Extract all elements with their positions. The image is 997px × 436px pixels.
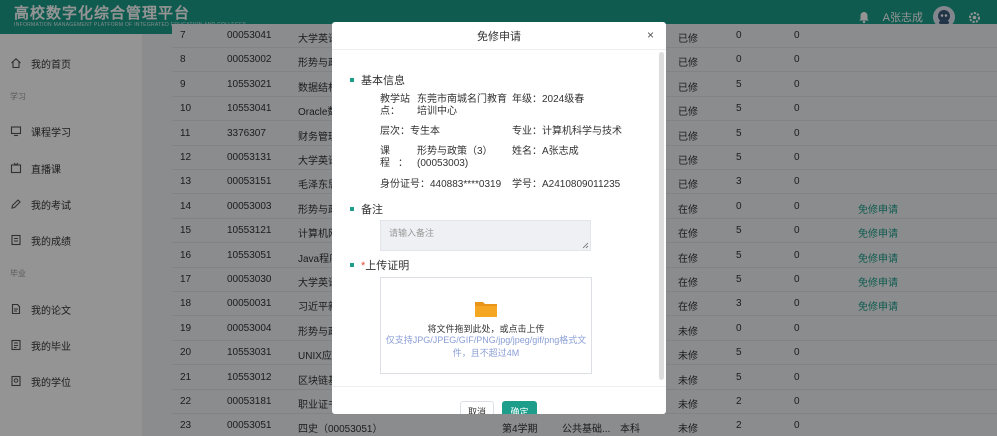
name-label: 姓名： [512,146,542,157]
major-field: 专业：计算机科学与技术 [512,126,622,138]
major-value: 计算机科学与技术 [542,126,622,137]
section-title: 备注 [361,204,383,216]
id-value: 440883****0319 [430,179,502,190]
stuno-field: 学号：A2410809011235 [512,179,620,191]
close-icon[interactable]: × [647,29,654,41]
section-bullet [350,78,354,82]
id-field: 身份证号：440883****0319 [380,179,501,191]
name-field: 姓名：A张志成 [512,146,579,158]
dialog-scrollbar[interactable] [659,52,664,380]
section-upload: *上传证明 [350,257,409,273]
name-value: A张志成 [542,146,579,157]
section-title: 基本信息 [361,75,405,87]
stuno-label: 学号： [512,179,542,190]
exemption-dialog: 免修申请 × 基本信息 教学站点： 东莞市南城名门教育培训中心 年级：2024级… [332,22,666,414]
course-label: 课程： [380,146,416,169]
grade-field: 年级：2024级春 [512,94,584,106]
section-title: 上传证明 [365,260,410,272]
id-label: 身份证号： [380,179,430,190]
center-value: 东莞市南城名门教育培训中心 [417,94,507,117]
course-value: 形势与政策（3）(00053003) [417,146,493,169]
dialog-header: 免修申请 × [332,22,666,50]
grade-label: 年级： [512,94,542,105]
level-field: 层次：专生本 [380,126,440,138]
section-remark: 备注 [350,201,383,217]
dialog-title: 免修申请 [477,30,521,43]
section-bullet [350,207,354,211]
level-value: 专生本 [410,126,440,137]
upload-hint: 仅支持JPG/JPEG/GIF/PNG/jpg/jpeg/gif/png格式文件… [385,335,587,358]
folder-icon [475,302,497,317]
level-label: 层次： [380,126,410,137]
dialog-footer: 取消 确定 [332,386,666,414]
major-label: 专业： [512,126,542,137]
remark-textarea[interactable]: 请输入备注 [380,220,591,251]
dialog-body: 基本信息 教学站点： 东莞市南城名门教育培训中心 年级：2024级春 层次：专生… [332,50,666,386]
section-bullet [350,263,354,267]
cancel-button[interactable]: 取消 [460,401,494,414]
section-basic-info: 基本信息 [350,72,405,88]
stuno-value: A2410809011235 [542,179,621,190]
center-label: 教学站点： [380,94,410,117]
confirm-button[interactable]: 确定 [502,401,537,414]
remark-placeholder: 请输入备注 [389,228,435,238]
upload-dropzone[interactable]: 将文件拖到此处，或点击上传 仅支持JPG/JPEG/GIF/PNG/jpg/jp… [380,277,592,374]
grade-value: 2024级春 [542,94,585,105]
resize-handle-icon[interactable] [582,242,589,249]
